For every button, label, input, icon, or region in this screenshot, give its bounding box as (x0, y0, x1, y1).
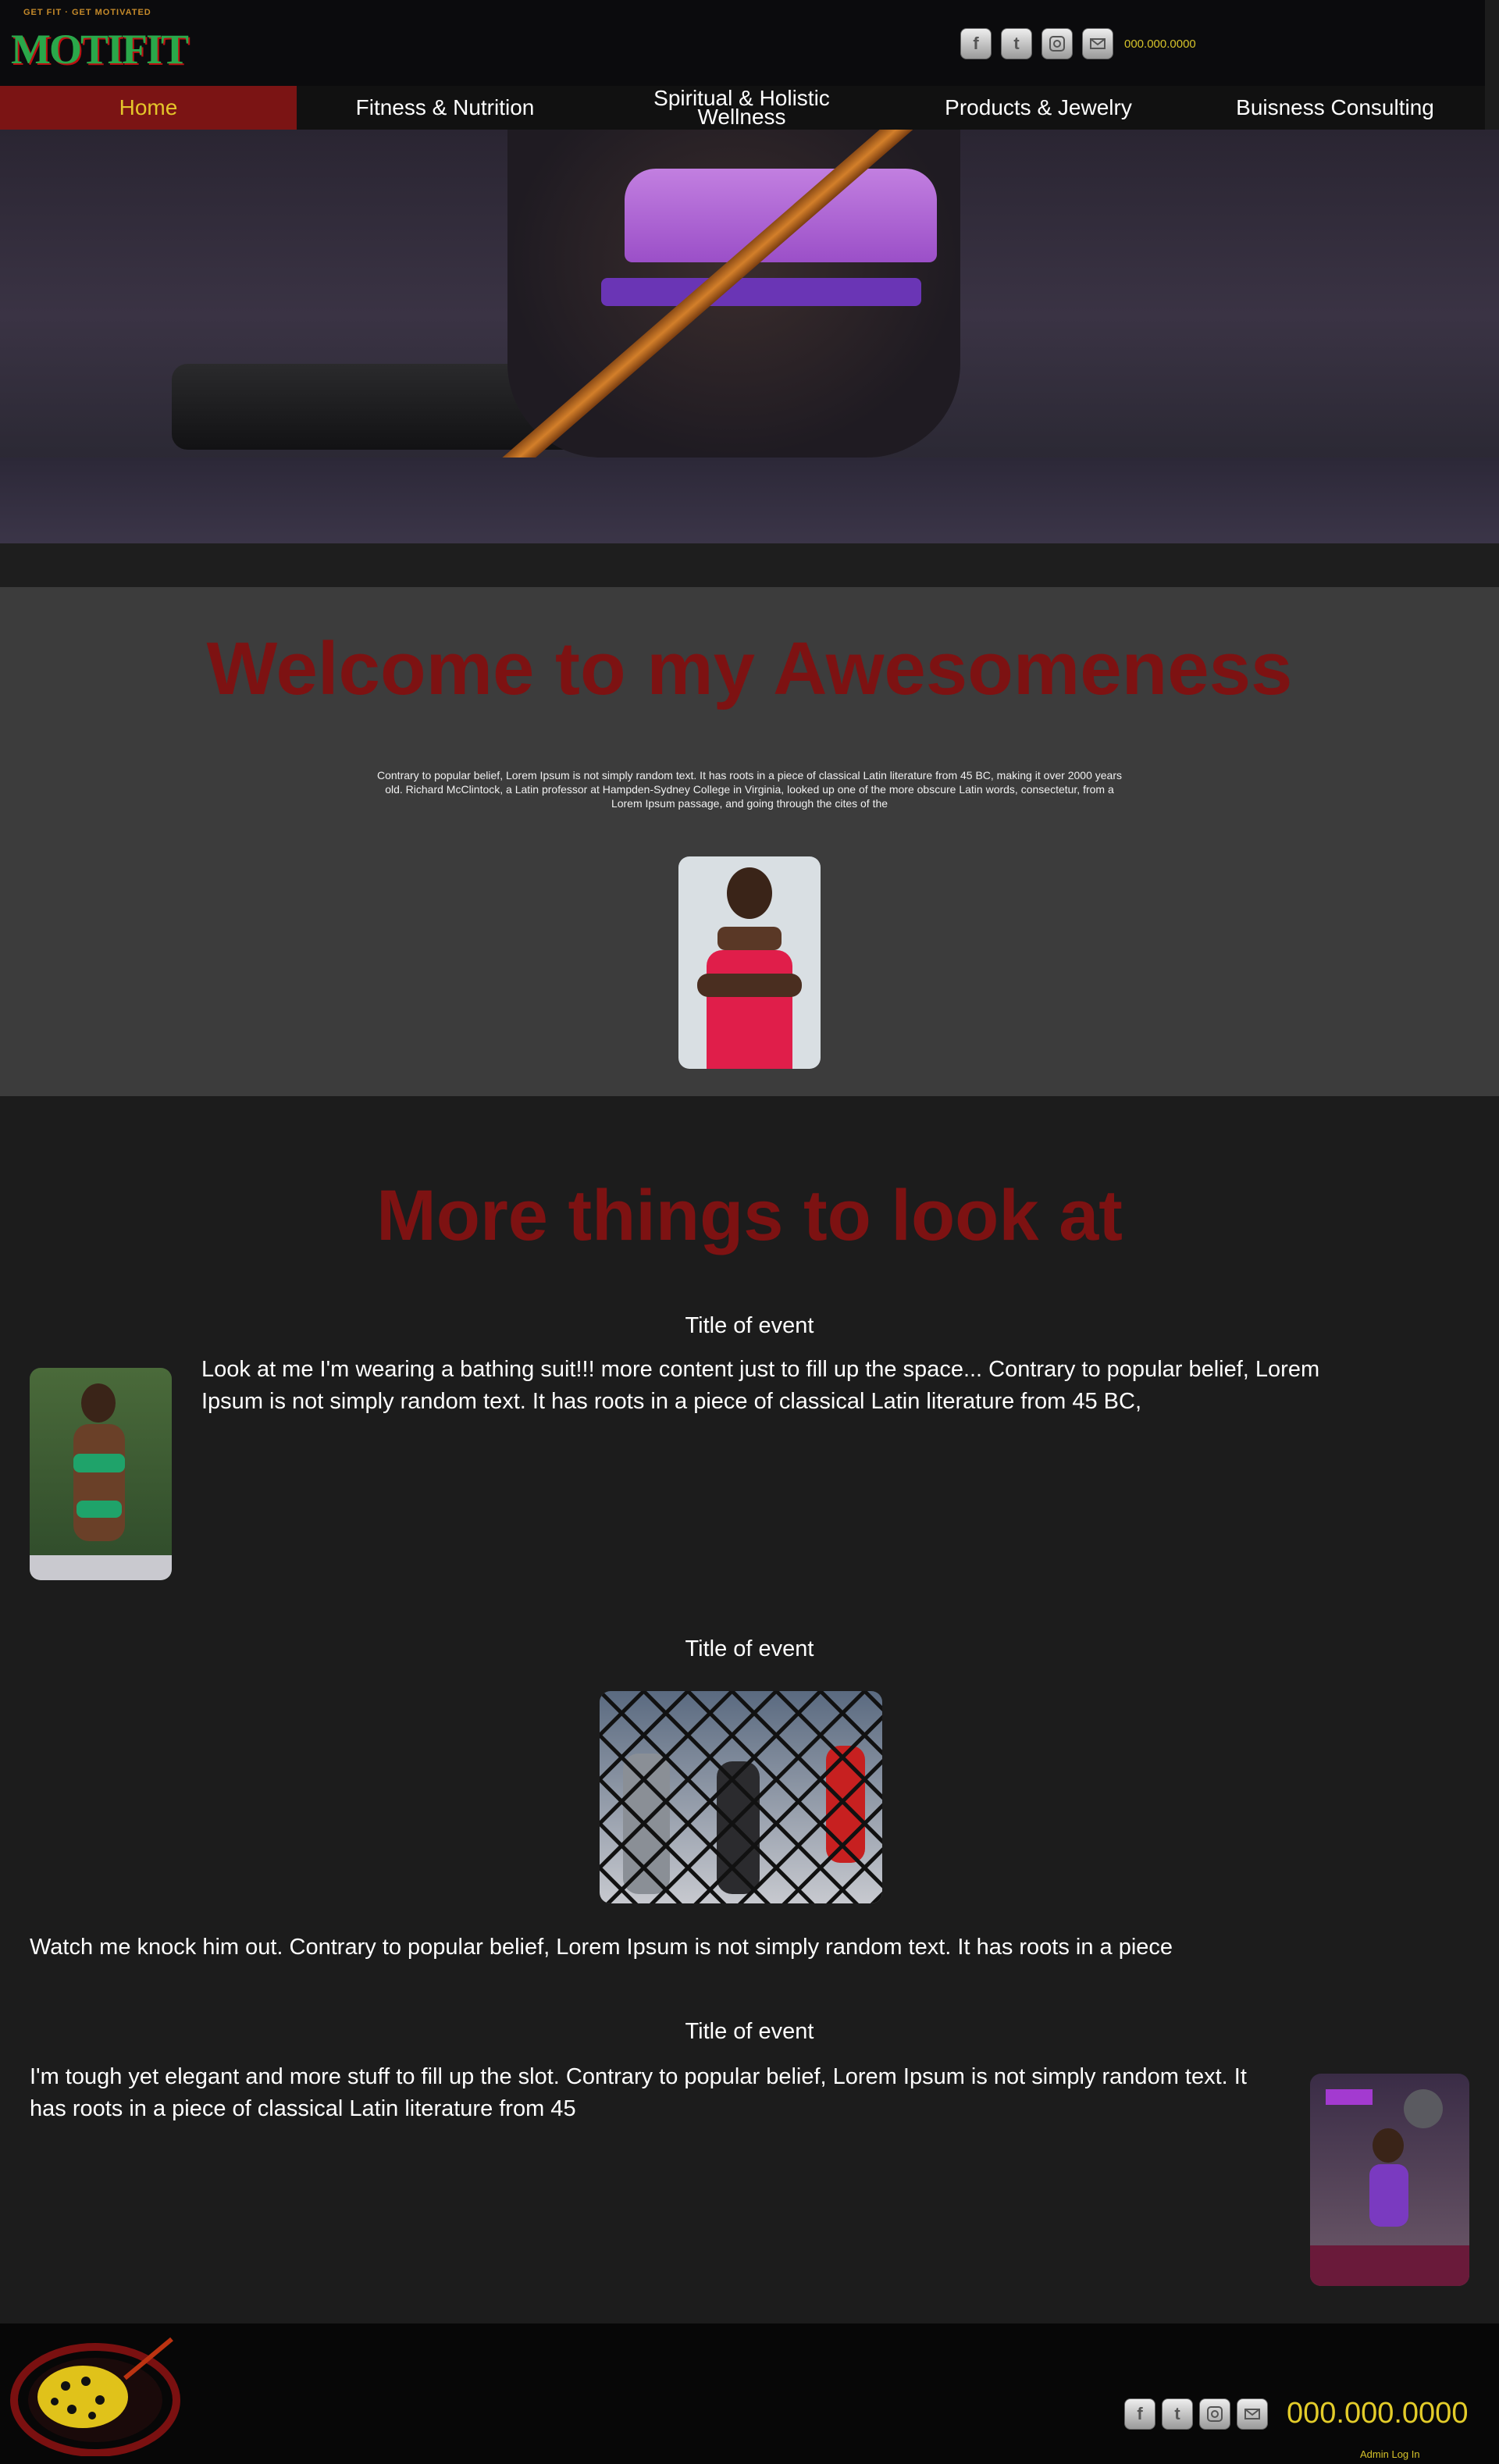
welcome-text: Contrary to popular belief, Lorem Ipsum … (377, 769, 1122, 810)
event-2-photo (600, 1691, 882, 1903)
hero-divider (0, 543, 1499, 587)
footer-cheetah-logo[interactable] (8, 2331, 187, 2457)
hero-image (0, 130, 1499, 543)
event-3-text: I'm tough yet elegant and more stuff to … (30, 2064, 1247, 2121)
mail-icon[interactable] (1082, 28, 1113, 59)
twitter-icon[interactable]: t (1162, 2398, 1193, 2430)
hero-floor-shape (0, 458, 1499, 543)
nav-item-home[interactable]: Home (0, 86, 297, 130)
footer-social-links: f t (1124, 2398, 1268, 2430)
event-1-photo (30, 1368, 172, 1580)
site-logo[interactable]: GET FIT · GET MOTIVATED MOTIFIT (11, 8, 189, 78)
welcome-title: Welcome to my Awesomeness (206, 627, 1293, 710)
event-1-text: Look at me I'm wearing a bathing suit!!!… (201, 1357, 1320, 1414)
twitter-icon[interactable]: t (1001, 28, 1032, 59)
site-footer: f t 000.000.0000 Admin Log In (0, 2323, 1499, 2464)
nav-item-fitness-nutrition[interactable]: Fitness & Nutrition (297, 86, 593, 130)
event-2-text: Watch me knock him out. Contrary to popu… (30, 1935, 1173, 1960)
more-title: More things to look at (376, 1176, 1123, 1255)
header-social-links: f t (960, 28, 1113, 59)
logo-text: MOTIFIT (11, 26, 189, 73)
logo-tagline: GET FIT · GET MOTIVATED (23, 8, 151, 17)
header-phone[interactable]: 000.000.0000 (1124, 37, 1196, 51)
footer-phone[interactable]: 000.000.0000 (1287, 2397, 1468, 2430)
welcome-photo (678, 856, 821, 1069)
instagram-icon[interactable] (1041, 28, 1073, 59)
mail-icon[interactable] (1237, 2398, 1268, 2430)
facebook-icon[interactable]: f (1124, 2398, 1155, 2430)
admin-login-link[interactable]: Admin Log In (1360, 2448, 1420, 2460)
event-3-title: Title of event (685, 2019, 814, 2044)
event-1-title: Title of event (685, 1313, 814, 1338)
main-nav: Home Fitness & Nutrition Spiritual & Hol… (0, 86, 1485, 130)
nav-item-business-consulting[interactable]: Buisness Consulting (1187, 86, 1483, 130)
welcome-section: Welcome to my Awesomeness Contrary to po… (0, 587, 1499, 1096)
event-3-photo (1310, 2074, 1469, 2286)
nav-item-spiritual-wellness[interactable]: Spiritual & Holistic Wellness (593, 86, 890, 130)
instagram-icon[interactable] (1199, 2398, 1230, 2430)
hero-waistband-shape (601, 278, 921, 306)
facebook-icon[interactable]: f (960, 28, 992, 59)
event-2-title: Title of event (685, 1636, 814, 1661)
site-header: GET FIT · GET MOTIVATED MOTIFIT f t 000.… (0, 0, 1485, 86)
nav-item-products-jewelry[interactable]: Products & Jewelry (890, 86, 1187, 130)
